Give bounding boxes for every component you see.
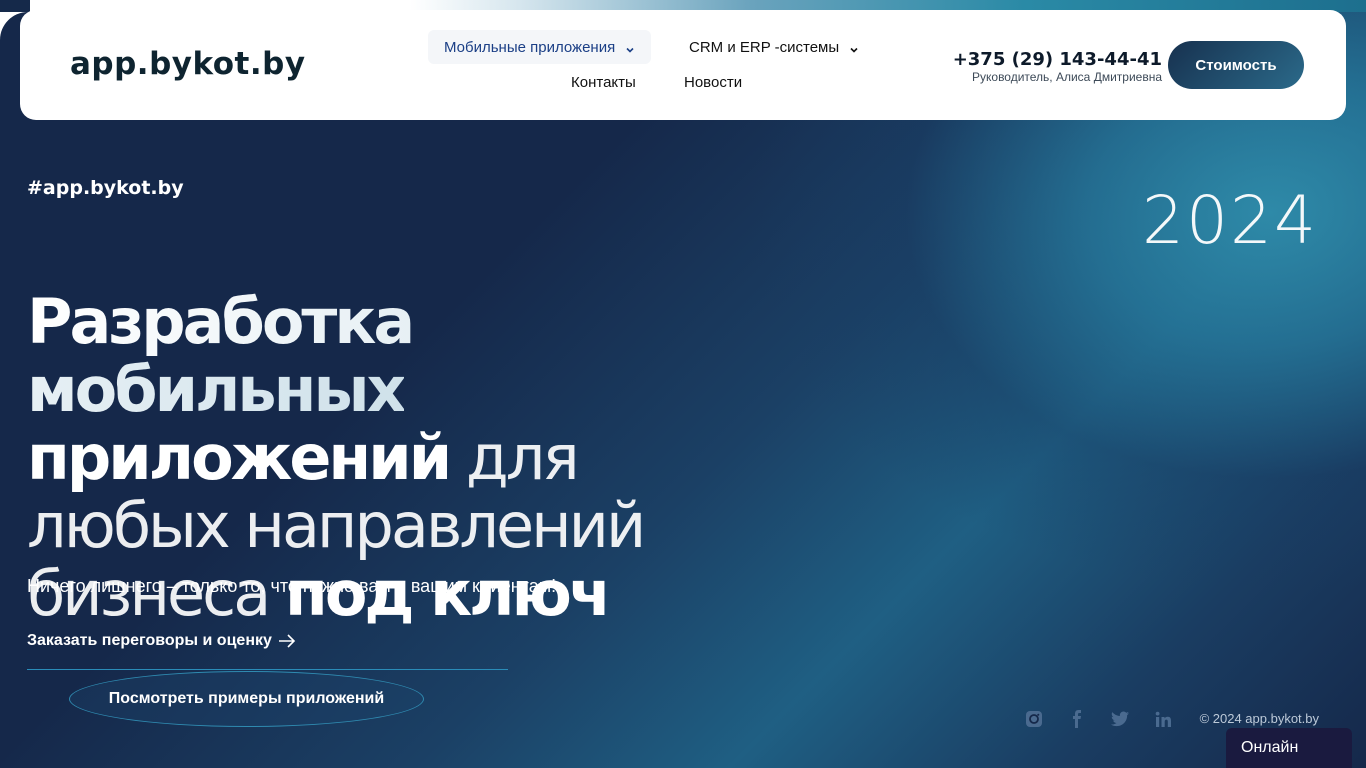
nav-crm-erp[interactable]: CRM и ERP -системы (673, 30, 875, 64)
online-chat-widget[interactable]: Онлайн (1226, 728, 1352, 768)
order-negotiation-label: Заказать переговоры и оценку (27, 632, 272, 649)
header-phone[interactable]: +375 (29) 143-44-41 (953, 49, 1162, 70)
hero-section: #app.bykot.by 2024 Разработка мобильных … (0, 12, 1366, 768)
instagram-icon[interactable] (1024, 709, 1044, 729)
hero-subtitle: Ничего лишнего – только то, что нужно ва… (27, 576, 557, 596)
nav-news-label: Новости (684, 73, 743, 91)
headline-part-2: приложений (27, 421, 452, 494)
site-header: app.bykot.by Мобильные приложения CRM и … (20, 10, 1346, 120)
cta-underline (27, 669, 508, 670)
hero-hashtag: #app.bykot.by (27, 177, 184, 199)
price-button[interactable]: Стоимость (1168, 41, 1304, 89)
nav-mobile-apps-label: Мобильные приложения (444, 38, 616, 56)
site-logo[interactable]: app.bykot.by (70, 46, 306, 82)
top-strip-corner (0, 0, 30, 12)
nav-news[interactable]: Новости (668, 65, 758, 99)
facebook-icon[interactable] (1067, 709, 1087, 729)
header-phone-caption: Руководитель, Алиса Дмитриевна (972, 70, 1162, 84)
nav-contacts-label: Контакты (571, 73, 636, 91)
headline-part-1: Разработка мобильных (27, 285, 415, 426)
hero-year: 2024 (1142, 182, 1318, 259)
chevron-down-icon (625, 42, 635, 53)
arrow-right-icon (278, 634, 296, 648)
nav-contacts[interactable]: Контакты (555, 65, 652, 99)
linkedin-icon[interactable] (1153, 709, 1173, 729)
order-negotiation-link[interactable]: Заказать переговоры и оценку (27, 632, 296, 650)
view-examples-button[interactable]: Посмотреть примеры приложений (69, 671, 424, 727)
twitter-icon[interactable] (1110, 709, 1130, 729)
copyright-text: © 2024 app.bykot.by (1199, 711, 1319, 726)
nav-mobile-apps[interactable]: Мобильные приложения (428, 30, 652, 64)
nav-crm-erp-label: CRM и ERP -системы (689, 38, 840, 56)
chevron-down-icon (849, 42, 859, 53)
